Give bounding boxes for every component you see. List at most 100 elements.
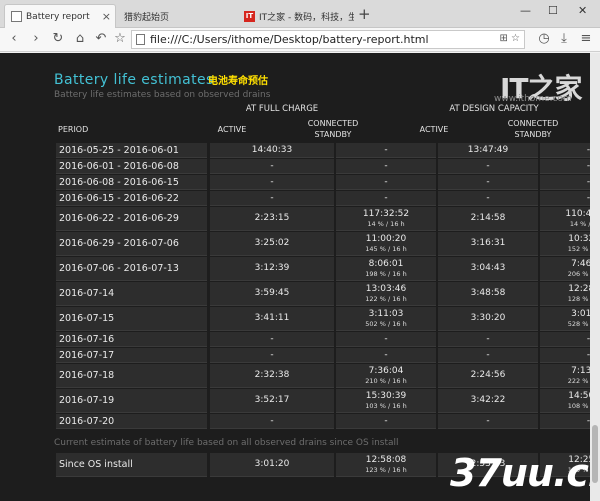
value-cell: 3:01:40528 % / 16 h [540,307,590,331]
value-cell: - [336,191,436,206]
bookmark-star-icon[interactable]: ☆ [112,31,128,47]
value-cell: - [438,159,538,174]
value-main: 15:30:39 [365,390,407,401]
tab-label: IT之家 - 数码，科技，生 [259,12,354,23]
value-main: 12:58:08 [365,454,407,465]
value-main: - [270,192,274,203]
value-main: 7:46:00 [571,258,590,269]
scrollbar-thumb[interactable] [592,425,598,483]
undo-icon[interactable]: ↶ [93,31,109,47]
corner-watermark: 37uu.cn [450,451,590,495]
value-main: 3:30:20 [470,313,506,323]
value-cell: 3:42:22 [438,389,538,413]
col-header-design-standby: CONNECTED STANDBY [507,119,559,139]
value-main: 117:32:52 [362,208,410,219]
col-header-period: PERIOD [58,125,89,134]
history-icon[interactable]: ◷ [536,31,552,47]
menu-icon[interactable]: ≡ [578,31,594,47]
value-cell: 12:58:08 123 % / 16 h [336,453,436,477]
value-cell: 7:36:04 210 % / 16 h [336,364,436,388]
value-cell: 8:06:01 198 % / 16 h [336,257,436,281]
value-cell: 3:12:39 [210,257,334,281]
period-cell: 2016-06-15 - 2016-06-22 [56,191,207,206]
period-cell: 2016-07-19 [56,389,207,413]
value-cell: 11:00:20 145 % / 16 h [336,232,436,256]
close-window-icon[interactable]: ✕ [578,4,587,17]
vertical-scrollbar[interactable] [590,53,600,501]
value-cell: 2:14:58 [438,207,538,231]
value-main: 3:42:22 [470,395,506,405]
value-cell: - [438,348,538,363]
value-main: - [486,415,490,426]
translate-icon[interactable]: ⊞ ☆ [499,33,520,44]
report-page: Battery life estimates 电池寿命预估 Battery li… [0,53,590,501]
value-cell: 3:30:20 [438,307,538,331]
value-cell: - [438,332,538,347]
period-cell: 2016-07-15 [56,307,207,331]
value-main: 3:11:03 [368,308,404,319]
value-main: 110:44:48 [565,208,590,219]
value-cell: 15:30:39 103 % / 16 h [336,389,436,413]
value-main: - [384,333,388,344]
value-cell: 13:47:49 [438,143,538,158]
value-main: 11:00:20 [365,233,407,244]
home-icon[interactable]: ⌂ [72,31,88,47]
value-cell: 3:25:02 [210,232,334,256]
tab-label: Battery report [26,11,90,22]
value-cell: 3:16:31 [438,232,538,256]
value-main: 3:48:58 [470,288,506,298]
value-cell: 3:59:45 [210,282,334,306]
value-main: - [384,349,388,360]
period-cell: 2016-05-25 - 2016-06-01 [56,143,207,158]
table-row: 2016-05-25 - 2016-06-01 14:40:33 - 13:47:49… [56,143,590,159]
value-cell: - [210,191,334,206]
value-cell: - [336,159,436,174]
close-tab-icon[interactable]: × [102,11,111,22]
value-ratio: 502 % / 16 h [365,319,407,328]
new-tab-icon[interactable]: + [358,7,371,22]
value-main: - [384,192,388,203]
table-row: 2016-06-29 - 2016-07-06 3:25:02 11:00:20 14… [56,232,590,257]
value-cell: 3:11:03 502 % / 16 h [336,307,436,331]
value-cell: - [336,348,436,363]
value-cell: 2:32:38 [210,364,334,388]
value-cell: - [540,191,590,206]
tab-battery-report[interactable]: Battery report × [4,4,116,28]
value-main: 3:16:31 [470,238,506,248]
value-ratio: 128 % / 16 h [567,294,590,303]
minimize-icon[interactable]: — [520,4,531,17]
value-main: - [486,192,490,203]
value-cell: - [336,175,436,190]
forward-icon[interactable]: › [28,31,44,47]
current-estimate-note: Current estimate of battery life based o… [54,438,399,448]
value-ratio: 108 % / 16 h [567,401,590,410]
col-header-full-active: ACTIVE [217,125,247,134]
period-cell: 2016-07-18 [56,364,207,388]
back-icon[interactable]: ‹ [6,31,22,47]
period-cell: 2016-07-14 [56,282,207,306]
address-bar[interactable]: file:///C:/Users/ithome/Desktop/battery-… [131,30,525,49]
value-main: - [270,349,274,360]
tab-start-page[interactable]: 猎豹起始页 [118,4,236,28]
value-cell: 7:13:04222 % / 16 h [540,364,590,388]
tab-label: 猎豹起始页 [124,12,170,23]
value-main: - [486,349,490,360]
tab-ithome[interactable]: IT IT之家 - 数码，科技，生 [238,4,354,28]
period-cell: 2016-07-16 [56,332,207,347]
value-main: 3:04:43 [470,263,506,273]
value-cell: - [540,143,590,158]
value-main: - [384,176,388,187]
value-cell: - [210,175,334,190]
period-cell: 2016-07-20 [56,414,207,429]
maximize-icon[interactable]: ☐ [548,4,558,17]
value-main: - [384,415,388,426]
value-main: 2:23:15 [254,213,290,223]
reload-icon[interactable]: ↻ [50,31,66,47]
value-cell: - [210,348,334,363]
value-ratio: 198 % / 16 h [365,269,407,278]
download-icon[interactable]: ⤓ [556,31,572,47]
value-cell: - [540,175,590,190]
value-main: 7:13:04 [571,365,590,376]
value-cell: - [336,414,436,429]
value-ratio: 14 % / 16 h [569,219,590,228]
